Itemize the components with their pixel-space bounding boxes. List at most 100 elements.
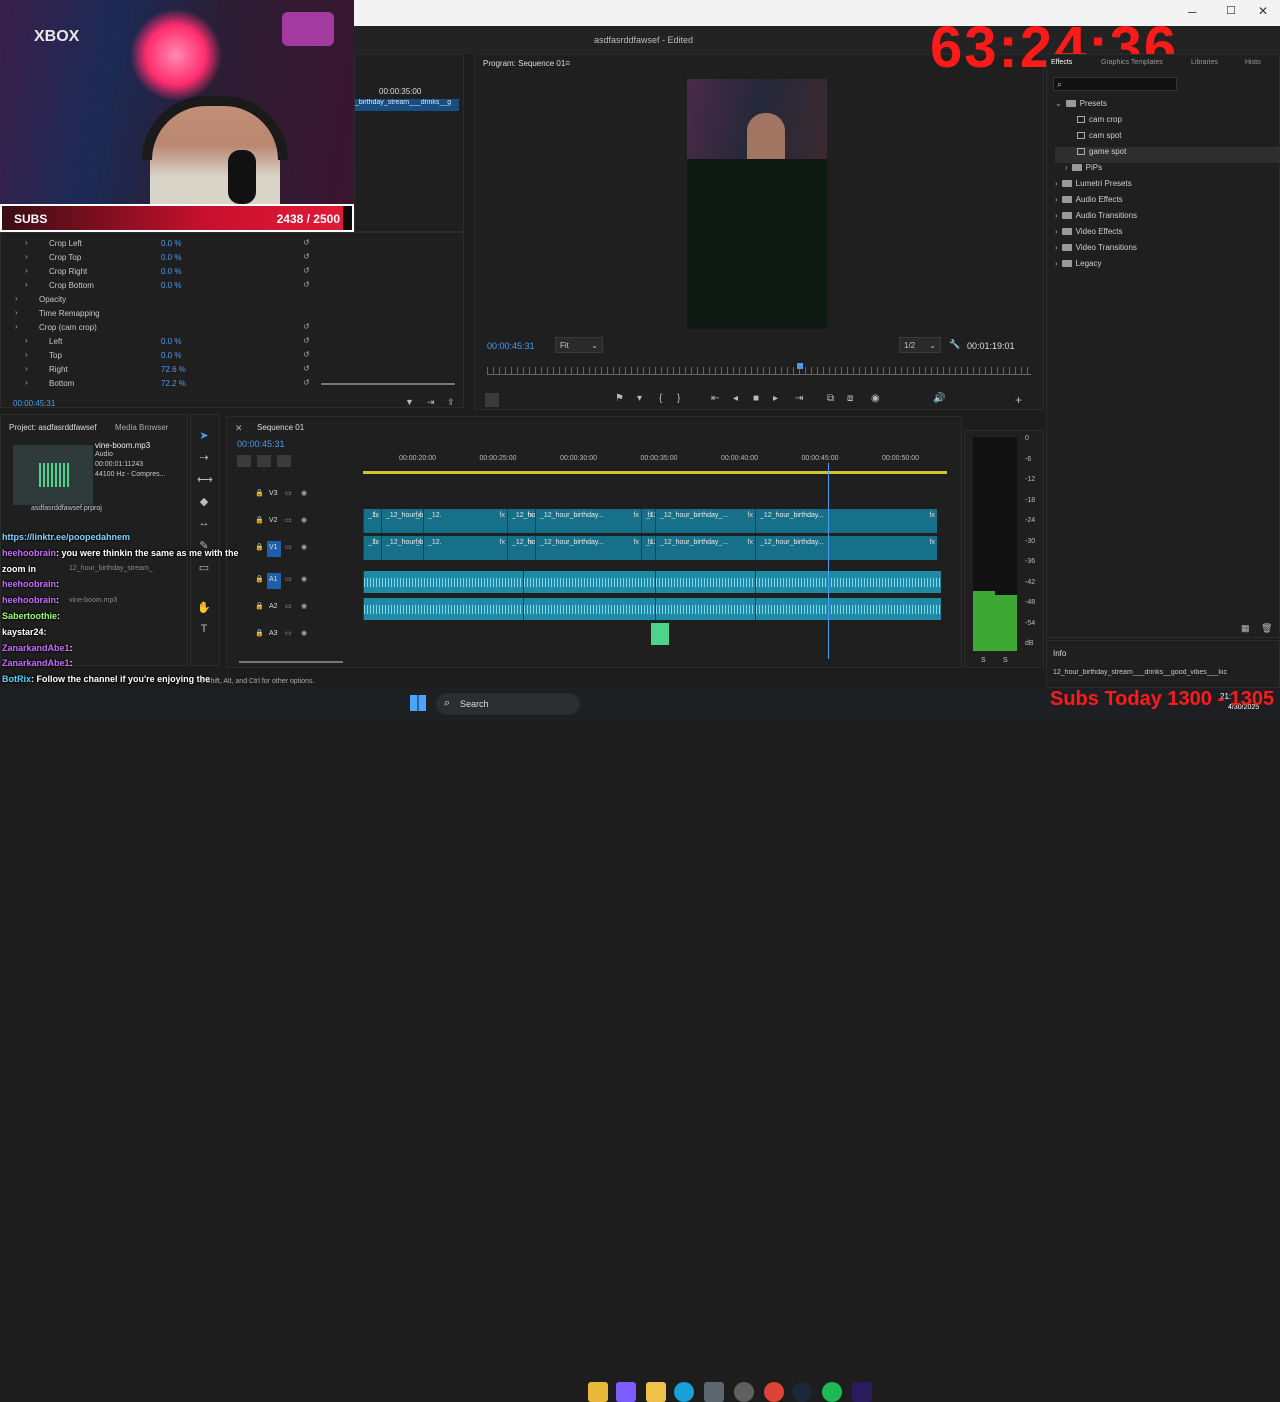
- chevron-right-icon[interactable]: ›: [25, 378, 28, 387]
- eye-icon[interactable]: ◉: [301, 602, 307, 610]
- delete-icon[interactable]: 🗑: [1261, 623, 1272, 634]
- project-title-tab[interactable]: Project: asdfasrddfawsef: [9, 423, 97, 432]
- marker-icon[interactable]: ⚑: [615, 393, 624, 404]
- reset-icon[interactable]: ↺: [303, 350, 310, 359]
- reset-icon[interactable]: ↺: [303, 322, 310, 331]
- export-icon[interactable]: ⇪: [447, 397, 455, 408]
- filter-icon[interactable]: ▼: [405, 397, 414, 407]
- camera-icon[interactable]: ◉: [871, 393, 880, 404]
- effect-row[interactable]: › Top 0.0 % ↺: [1, 349, 321, 363]
- audio-clip[interactable]: [363, 571, 523, 593]
- fit-dropdown[interactable]: Fit ⌄: [555, 337, 603, 353]
- quality-dropdown[interactable]: 1/2 ⌄: [899, 337, 941, 353]
- new-bin-icon[interactable]: ▦: [1241, 623, 1250, 634]
- playhead-marker[interactable]: [797, 363, 804, 369]
- linked-selection-icon[interactable]: [277, 455, 291, 467]
- source-clip[interactable]: _birthday_stream___drinks__g: [355, 99, 459, 111]
- file-explorer-icon[interactable]: [588, 1382, 608, 1402]
- copilot-icon[interactable]: [616, 1382, 636, 1402]
- lock-icon[interactable]: 🔒: [255, 489, 264, 497]
- effect-timeline-scroll[interactable]: [321, 383, 455, 385]
- xbox-icon[interactable]: [734, 1382, 754, 1402]
- sync-icon[interactable]: ▭: [285, 543, 292, 551]
- vine-boom-clip[interactable]: [651, 623, 669, 645]
- reset-icon[interactable]: ↺: [303, 238, 310, 247]
- add-marker-icon[interactable]: ▾: [637, 393, 642, 404]
- chevron-right-icon[interactable]: ›: [25, 364, 28, 373]
- effect-row[interactable]: › Opacity: [1, 293, 321, 307]
- chat-username[interactable]: heehoobrain: [2, 595, 56, 605]
- chevron-right-icon[interactable]: ›: [25, 350, 28, 359]
- effects-tab[interactable]: Libraries: [1191, 59, 1218, 66]
- effects-tab[interactable]: Graphics Templates: [1101, 59, 1163, 66]
- effects-folder[interactable]: › PiPs: [1055, 163, 1280, 179]
- wrench-icon[interactable]: 🔧: [949, 339, 960, 350]
- panel-menu-icon[interactable]: ≡: [565, 58, 570, 68]
- video-clip[interactable]: _12_hour_birthday_... fx: [655, 536, 755, 560]
- sync-icon[interactable]: ▭: [285, 602, 292, 610]
- folder-icon[interactable]: [646, 1382, 666, 1402]
- eye-icon[interactable]: ◉: [301, 575, 307, 583]
- meter-solo-right[interactable]: S: [1003, 657, 1008, 664]
- video-clip[interactable]: _12. fx: [423, 509, 507, 533]
- lock-icon[interactable]: 🔒: [255, 516, 264, 524]
- windows-start-icon[interactable]: [410, 695, 426, 711]
- video-clip[interactable]: _12_hour_birthday_stream___drinks__good_…: [641, 509, 655, 533]
- chevron-right-icon[interactable]: ›: [25, 266, 28, 275]
- volume-icon[interactable]: 🔊: [933, 393, 945, 404]
- audio-clip[interactable]: [755, 598, 941, 620]
- video-clip[interactable]: _1. fx: [363, 536, 381, 560]
- steam-icon[interactable]: [792, 1382, 812, 1402]
- effect-row[interactable]: › Crop Right 0.0 % ↺: [1, 265, 321, 279]
- eye-icon[interactable]: ◉: [301, 629, 307, 637]
- ripple-edit-icon[interactable]: ⟷: [197, 473, 213, 487]
- media-browser-tab[interactable]: Media Browser: [115, 423, 168, 432]
- sync-icon[interactable]: ▭: [285, 575, 292, 583]
- close-button[interactable]: ✕: [1258, 4, 1268, 18]
- premiere-pro-icon[interactable]: [852, 1382, 872, 1402]
- lift-icon[interactable]: ⧉: [827, 393, 834, 404]
- audio-clip[interactable]: [363, 598, 523, 620]
- video-clip[interactable]: _12_hour_birthday... fx: [535, 536, 641, 560]
- effects-folder[interactable]: › Audio Transitions: [1055, 211, 1280, 227]
- audio-clip[interactable]: [523, 598, 655, 620]
- reset-icon[interactable]: ↺: [303, 280, 310, 289]
- effect-row-value[interactable]: 0.0 %: [161, 253, 181, 262]
- effects-tab[interactable]: Histo: [1245, 59, 1261, 66]
- reset-icon[interactable]: ↺: [303, 266, 310, 275]
- effect-row-value[interactable]: 0.0 %: [161, 337, 181, 346]
- spotify-icon[interactable]: [822, 1382, 842, 1402]
- effects-folder[interactable]: › Audio Effects: [1055, 195, 1280, 211]
- effects-folder[interactable]: › Legacy: [1055, 259, 1280, 275]
- out-point-icon[interactable]: }: [677, 393, 680, 404]
- effect-row-value[interactable]: 0.0 %: [161, 281, 181, 290]
- reset-icon[interactable]: ↺: [303, 378, 310, 387]
- video-clip[interactable]: _12_hour_birth...fx: [507, 509, 535, 533]
- effect-row[interactable]: › Crop Left 0.0 % ↺: [1, 237, 321, 251]
- eye-icon[interactable]: ◉: [301, 516, 307, 524]
- play-icon[interactable]: ▸: [773, 393, 778, 404]
- go-to-out-icon[interactable]: ⇥: [795, 393, 803, 404]
- effect-row-value[interactable]: 72.2 %: [161, 379, 186, 388]
- sequence-tab[interactable]: Sequence 01: [257, 423, 304, 432]
- effect-row[interactable]: › Bottom 72.2 % ↺: [1, 377, 321, 391]
- sync-icon[interactable]: ▭: [285, 516, 292, 524]
- chat-username[interactable]: Sabertoothie: [2, 611, 57, 621]
- video-clip[interactable]: _12_hour_birth...fx: [507, 536, 535, 560]
- chat-username[interactable]: BotRix: [2, 674, 31, 684]
- video-clip[interactable]: _12_hour_birthday... fx: [755, 509, 937, 533]
- presets-folder[interactable]: ⌄ Presets: [1055, 99, 1280, 115]
- video-clip[interactable]: _12_hour_birthday_... fx: [655, 509, 755, 533]
- effects-tab[interactable]: Effects: [1051, 59, 1072, 66]
- effect-row-value[interactable]: 0.0 %: [161, 267, 181, 276]
- audio-clip[interactable]: [655, 598, 755, 620]
- maximize-button[interactable]: ☐: [1226, 4, 1236, 17]
- effect-row-value[interactable]: 72.6 %: [161, 365, 186, 374]
- sync-icon[interactable]: ▭: [285, 629, 292, 637]
- audio-clip[interactable]: [523, 571, 655, 593]
- safe-margins-button[interactable]: [485, 393, 499, 407]
- audio-clip[interactable]: [655, 571, 755, 593]
- minimize-button[interactable]: ─: [1188, 5, 1197, 19]
- reset-icon[interactable]: ↺: [303, 252, 310, 261]
- video-clip[interactable]: _12_hour_birth...fx: [381, 509, 423, 533]
